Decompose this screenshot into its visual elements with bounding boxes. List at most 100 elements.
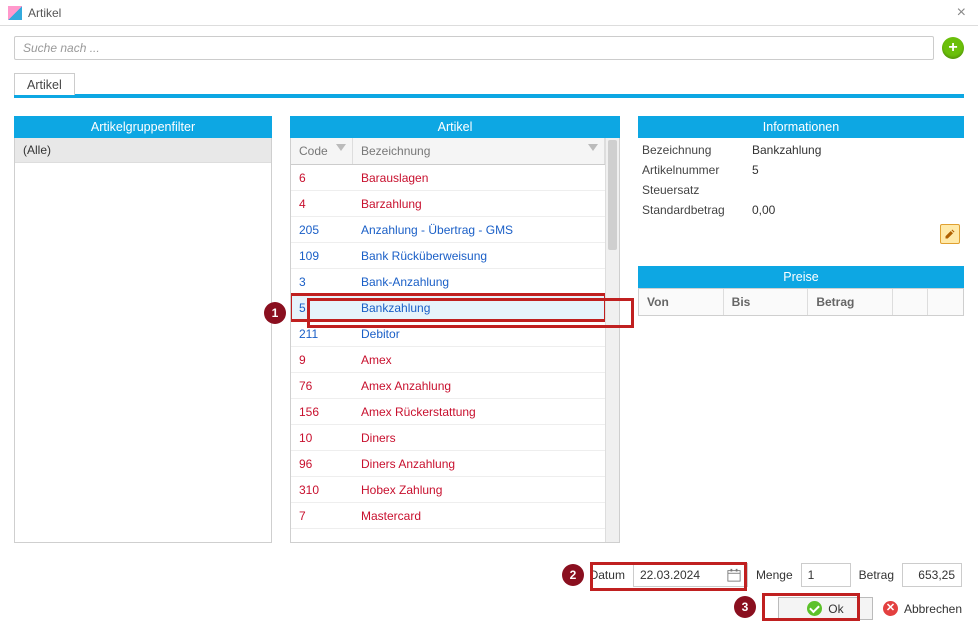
scrollbar-thumb[interactable]: [608, 140, 617, 250]
search-input[interactable]: Suche nach ...: [14, 36, 934, 60]
info-value: 5: [752, 163, 759, 177]
preise-table-header: Von Bis Betrag: [638, 288, 964, 316]
table-row[interactable]: 9Amex: [291, 347, 605, 373]
table-row[interactable]: 3Bank-Anzahlung: [291, 269, 605, 295]
table-row[interactable]: 310Hobex Zahlung: [291, 477, 605, 503]
cell-code: 205: [291, 223, 353, 237]
artikel-panel: Artikel Code Bezeichnung 6Barauslagen4Ba…: [290, 116, 620, 543]
calendar-icon[interactable]: [727, 568, 741, 582]
cell-code: 310: [291, 483, 353, 497]
bottom-bar: Datum 22.03.2024 Menge 1 Betrag 653,25 O…: [0, 557, 978, 624]
cell-bezeichnung: Barzahlung: [353, 197, 605, 211]
artikel-table: Code Bezeichnung 6Barauslagen4Barzahlung…: [291, 138, 605, 542]
menge-value: 1: [808, 568, 815, 582]
edit-button[interactable]: [940, 224, 960, 244]
info-panel: Informationen BezeichnungBankzahlungArti…: [638, 116, 964, 252]
info-header: Informationen: [638, 116, 964, 138]
cell-code: 76: [291, 379, 353, 393]
info-label: Steuersatz: [642, 183, 752, 197]
betrag-value: 653,25: [918, 568, 955, 582]
cell-code: 109: [291, 249, 353, 263]
cancel-button[interactable]: Abbrechen: [883, 601, 962, 616]
cell-bezeichnung: Anzahlung - Übertrag - GMS: [353, 223, 605, 237]
cell-code: 156: [291, 405, 353, 419]
table-row[interactable]: 76Amex Anzahlung: [291, 373, 605, 399]
table-row[interactable]: 109Bank Rücküberweisung: [291, 243, 605, 269]
ok-button[interactable]: Ok: [778, 597, 873, 620]
info-row: Standardbetrag0,00: [642, 200, 960, 220]
menge-label: Menge: [756, 568, 793, 582]
window-titlebar: Artikel ×: [0, 0, 978, 26]
bottom-row-inputs: Datum 22.03.2024 Menge 1 Betrag 653,25: [16, 557, 962, 593]
table-row[interactable]: 5Bankzahlung: [291, 295, 605, 321]
info-label: Standardbetrag: [642, 203, 752, 217]
right-column: Informationen BezeichnungBankzahlungArti…: [638, 116, 964, 543]
info-label: Bezeichnung: [642, 143, 752, 157]
table-row[interactable]: 4Barzahlung: [291, 191, 605, 217]
search-row: Suche nach ... +: [0, 26, 978, 66]
window-close-button[interactable]: ×: [953, 4, 970, 22]
preise-col-bis[interactable]: Bis: [724, 289, 809, 315]
preise-col-extra2: [928, 289, 963, 315]
cancel-label: Abbrechen: [904, 602, 962, 616]
info-body: BezeichnungBankzahlungArtikelnummer5Steu…: [638, 138, 964, 252]
group-filter-panel: Artikelgruppenfilter (Alle): [14, 116, 272, 543]
artikel-table-header: Code Bezeichnung: [291, 138, 605, 165]
cell-bezeichnung: Debitor: [353, 327, 605, 341]
artikel-header: Artikel: [290, 116, 620, 138]
table-row[interactable]: 156Amex Rückerstattung: [291, 399, 605, 425]
cell-code: 3: [291, 275, 353, 289]
table-row[interactable]: 211Debitor: [291, 321, 605, 347]
tab-strip: Artikel: [14, 72, 964, 98]
ok-label: Ok: [828, 602, 843, 616]
app-icon: [8, 6, 22, 20]
cell-code: 5: [291, 301, 353, 315]
group-filter-body: (Alle): [14, 138, 272, 543]
scrollbar[interactable]: [605, 138, 619, 542]
cell-bezeichnung: Amex: [353, 353, 605, 367]
cell-bezeichnung: Barauslagen: [353, 171, 605, 185]
main-content: Artikelgruppenfilter (Alle) Artikel Code…: [0, 98, 978, 543]
preise-col-von[interactable]: Von: [639, 289, 724, 315]
table-row[interactable]: 205Anzahlung - Übertrag - GMS: [291, 217, 605, 243]
datum-label: Datum: [590, 568, 625, 582]
betrag-label: Betrag: [859, 568, 894, 582]
betrag-input[interactable]: 653,25: [902, 563, 962, 587]
table-row[interactable]: 7Mastercard: [291, 503, 605, 529]
filter-icon[interactable]: [588, 144, 598, 154]
preise-col-extra1: [893, 289, 928, 315]
window-title: Artikel: [28, 6, 953, 20]
column-header-code[interactable]: Code: [291, 138, 353, 164]
info-label: Artikelnummer: [642, 163, 752, 177]
info-row: Steuersatz: [642, 180, 960, 200]
preise-col-betrag[interactable]: Betrag: [808, 289, 893, 315]
cell-bezeichnung: Amex Rückerstattung: [353, 405, 605, 419]
add-button[interactable]: +: [942, 37, 964, 59]
column-header-bezeichnung[interactable]: Bezeichnung: [353, 138, 605, 164]
cell-bezeichnung: Hobex Zahlung: [353, 483, 605, 497]
filter-icon[interactable]: [336, 144, 346, 154]
table-row[interactable]: 96Diners Anzahlung: [291, 451, 605, 477]
info-value: Bankzahlung: [752, 143, 821, 157]
cell-bezeichnung: Bank-Anzahlung: [353, 275, 605, 289]
cell-bezeichnung: Bank Rücküberweisung: [353, 249, 605, 263]
cell-bezeichnung: Diners: [353, 431, 605, 445]
cell-code: 10: [291, 431, 353, 445]
info-row: BezeichnungBankzahlung: [642, 140, 960, 160]
datum-input[interactable]: 22.03.2024: [633, 563, 748, 587]
cell-bezeichnung: Amex Anzahlung: [353, 379, 605, 393]
table-row[interactable]: 10Diners: [291, 425, 605, 451]
cancel-icon: [883, 601, 898, 616]
menge-input[interactable]: 1: [801, 563, 851, 587]
column-header-bez-label: Bezeichnung: [361, 144, 430, 158]
bottom-row-buttons: Ok Abbrechen: [16, 593, 962, 624]
cell-code: 9: [291, 353, 353, 367]
tab-artikel[interactable]: Artikel: [14, 73, 75, 95]
cell-bezeichnung: Diners Anzahlung: [353, 457, 605, 471]
table-row[interactable]: 6Barauslagen: [291, 165, 605, 191]
group-filter-item[interactable]: (Alle): [15, 138, 271, 163]
cell-code: 4: [291, 197, 353, 211]
preise-panel: Preise Von Bis Betrag: [638, 266, 964, 316]
cell-code: 7: [291, 509, 353, 523]
group-filter-header: Artikelgruppenfilter: [14, 116, 272, 138]
